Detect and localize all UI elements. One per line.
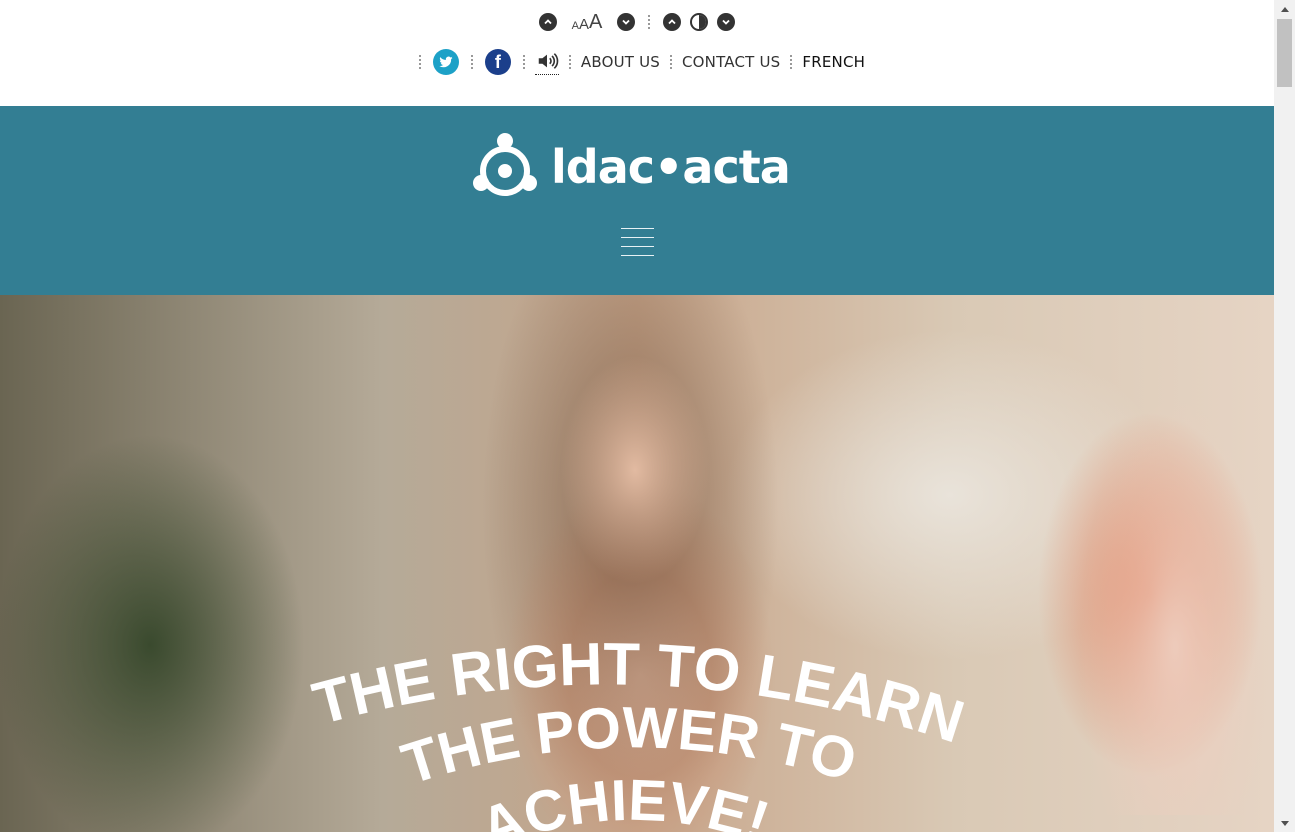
contrast-increase-icon[interactable] [663,13,682,31]
separator [470,55,473,69]
about-us-link[interactable]: ABOUT US [581,53,660,71]
svg-text:ACHIEVE!: ACHIEVE! [472,768,777,832]
scrollbar-thumb[interactable] [1277,19,1292,87]
speaker-icon[interactable] [534,49,559,75]
separator [568,55,571,69]
font-decrease-icon[interactable] [617,13,636,31]
contrast-icon[interactable] [690,13,709,31]
separator [790,55,793,69]
font-increase-icon[interactable] [538,13,557,31]
top-nav: f ABOUT US CONTACT US FRENCH [0,46,1274,78]
logo-text: ldac•acta [551,140,791,194]
separator [648,15,651,29]
separator [670,55,672,69]
scroll-down-icon[interactable] [1274,815,1295,832]
separator [522,55,525,69]
page-scrollbar[interactable] [1274,0,1295,832]
logo-mark-icon [473,133,537,196]
font-size-icon: A A A [571,11,603,33]
site-logo[interactable]: ldac•acta [471,130,811,204]
french-language-link[interactable]: FRENCH [802,53,865,71]
twitter-icon[interactable] [432,49,459,75]
menu-toggle-icon[interactable] [621,228,654,256]
scroll-up-icon[interactable] [1274,0,1295,17]
facebook-icon[interactable]: f [484,49,511,75]
hero-line-3: ACHIEVE! [472,768,777,832]
contact-us-link[interactable]: CONTACT US [682,53,780,71]
separator [418,55,421,69]
utility-bar: A A A f ABOUT US CONTACT US FRENCH [0,0,1274,106]
accessibility-controls: A A A [0,10,1274,34]
hero-tagline: THE RIGHT TO LEARN, THE POWER TO ACHIEVE… [300,615,972,832]
contrast-decrease-icon[interactable] [717,13,736,31]
hero-banner: THE RIGHT TO LEARN, THE POWER TO ACHIEVE… [0,295,1274,832]
